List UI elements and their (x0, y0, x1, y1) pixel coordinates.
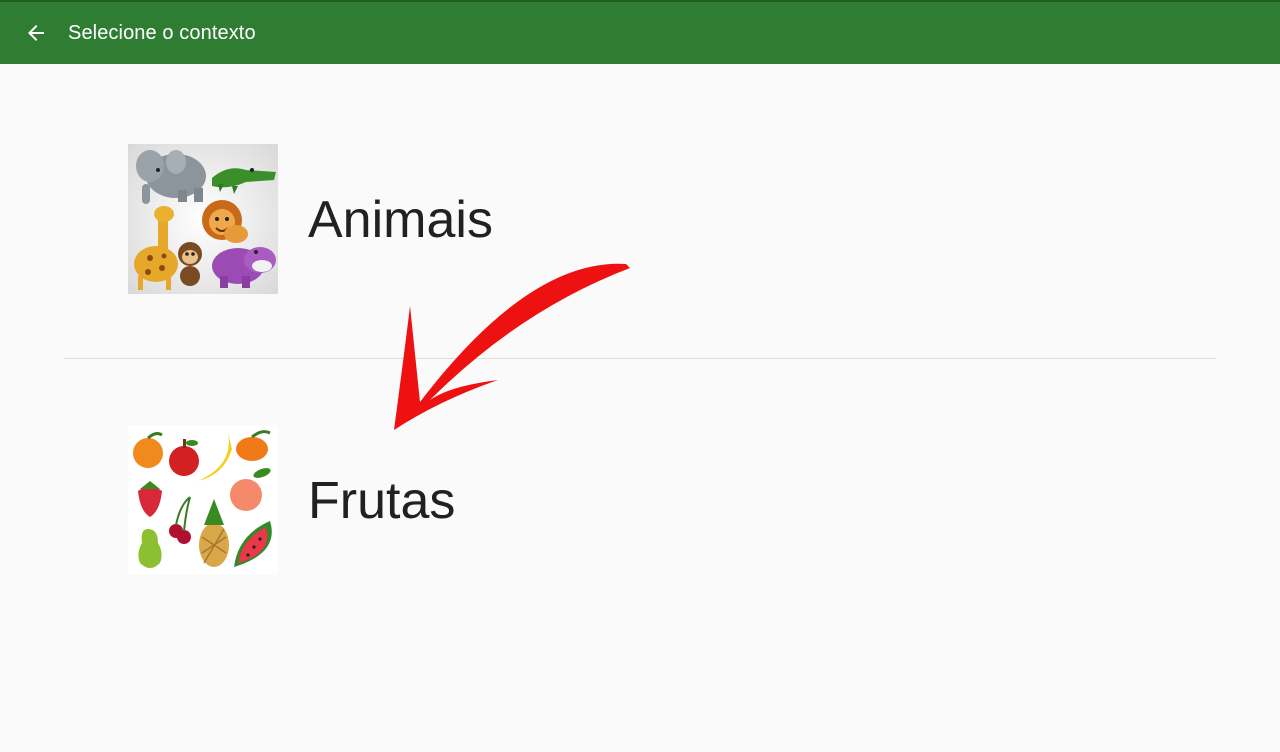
context-item-animais[interactable]: Animais (64, 64, 1216, 358)
context-label-animais: Animais (308, 191, 493, 249)
context-label-frutas: Frutas (308, 472, 456, 530)
fruits-collage-image (128, 425, 278, 575)
back-button[interactable] (12, 9, 60, 57)
arrow-back-icon (28, 25, 44, 41)
app-toolbar: Selecione o contexto (0, 0, 1280, 64)
context-list: Animais Frutas (64, 64, 1216, 639)
app-screen: Selecione o contexto Animais Frutas (0, 0, 1280, 752)
animals-collage-image (128, 144, 278, 294)
toolbar-title: Selecione o contexto (68, 21, 256, 44)
context-item-frutas[interactable]: Frutas (64, 359, 1216, 639)
